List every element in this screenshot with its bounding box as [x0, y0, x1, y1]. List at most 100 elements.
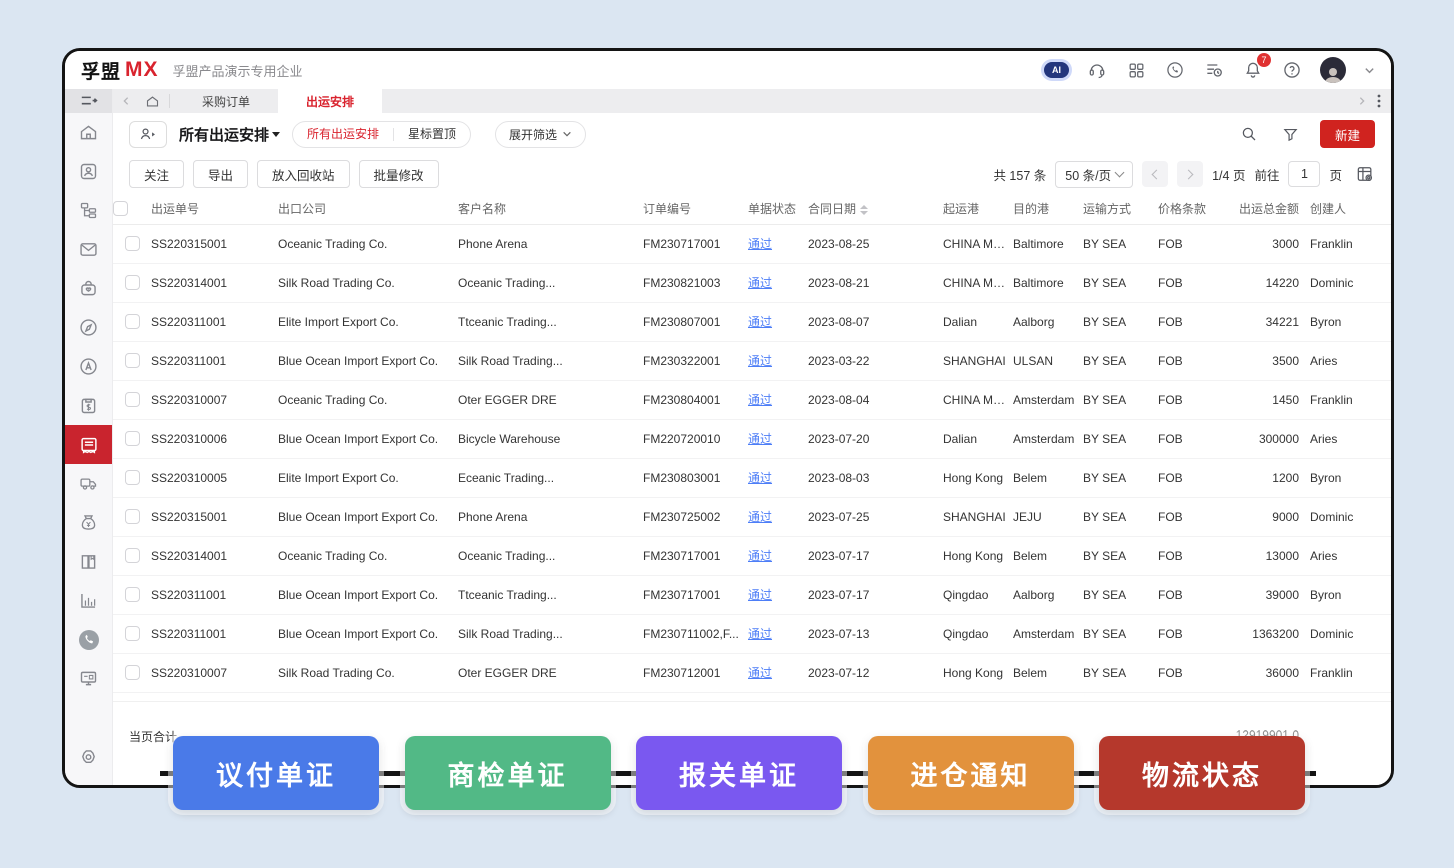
view-selector[interactable]: 所有出运安排: [179, 124, 280, 145]
header-contract-date[interactable]: 合同日期: [808, 193, 943, 224]
header-transport[interactable]: 运输方式: [1083, 193, 1158, 224]
user-avatar[interactable]: [1320, 57, 1346, 83]
follow-button[interactable]: 关注: [129, 160, 184, 188]
column-settings-icon[interactable]: [1355, 164, 1375, 184]
sidebar-item-quotation[interactable]: [65, 386, 112, 425]
row-checkbox[interactable]: [125, 314, 140, 329]
tab-shipping-arrangement[interactable]: 出运安排: [278, 89, 382, 113]
sidebar-item-contacts[interactable]: [65, 152, 112, 191]
header-price-term[interactable]: 价格条款: [1158, 193, 1233, 224]
table-row[interactable]: SS220315001 Oceanic Trading Co. Phone Ar…: [113, 224, 1391, 263]
sort-icon[interactable]: [860, 205, 868, 215]
table-row[interactable]: SS220310005 Elite Import Export Co. Ecea…: [113, 458, 1391, 497]
status-link[interactable]: 通过: [748, 315, 772, 329]
tab-purchase-orders[interactable]: 采购订单: [174, 89, 278, 113]
chevron-down-icon[interactable]: [1363, 59, 1375, 81]
row-checkbox[interactable]: [125, 236, 140, 251]
status-link[interactable]: 通过: [748, 276, 772, 290]
sidebar-item-organization[interactable]: [65, 191, 112, 230]
tab-home-icon[interactable]: [139, 94, 165, 109]
row-checkbox[interactable]: [125, 353, 140, 368]
goto-page-input[interactable]: [1288, 161, 1320, 187]
header-port-from[interactable]: 起运港: [943, 193, 1013, 224]
tab-forward-icon[interactable]: [1357, 96, 1367, 106]
customs-docs-button[interactable]: 报关单证: [636, 736, 842, 810]
ai-assistant-badge[interactable]: AI: [1044, 62, 1069, 78]
sidebar-item-display[interactable]: [65, 659, 112, 698]
sidebar-item-reports[interactable]: [65, 581, 112, 620]
filter-all-shipments[interactable]: 所有出运安排: [293, 122, 393, 147]
view-owner-filter[interactable]: [129, 121, 167, 148]
row-checkbox[interactable]: [125, 275, 140, 290]
new-button[interactable]: 新建: [1320, 120, 1375, 148]
header-customer[interactable]: 客户名称: [458, 193, 643, 224]
warehouse-notice-button[interactable]: 进仓通知: [868, 736, 1074, 810]
negotiation-docs-button[interactable]: 议付单证: [173, 736, 379, 810]
batch-edit-button[interactable]: 批量修改: [359, 160, 439, 188]
status-link[interactable]: 通过: [748, 471, 772, 485]
sidebar-item-logistics[interactable]: [65, 464, 112, 503]
row-checkbox[interactable]: [125, 470, 140, 485]
table-row[interactable]: SS220310007 Oceanic Trading Co. Oter EGG…: [113, 380, 1391, 419]
export-button[interactable]: 导出: [193, 160, 248, 188]
recycle-bin-button[interactable]: 放入回收站: [257, 160, 350, 188]
headset-icon[interactable]: [1086, 59, 1108, 81]
sidebar-item-ledger[interactable]: [65, 542, 112, 581]
funnel-filter-icon[interactable]: [1278, 121, 1304, 147]
table-row[interactable]: SS220311001 Blue Ocean Import Export Co.…: [113, 614, 1391, 653]
tab-back-icon[interactable]: [113, 96, 139, 106]
status-link[interactable]: 通过: [748, 510, 772, 524]
page-size-select[interactable]: 50 条/页: [1055, 161, 1133, 188]
header-total-amount[interactable]: 出运总金额: [1233, 193, 1303, 224]
header-port-to[interactable]: 目的港: [1013, 193, 1083, 224]
table-row[interactable]: SS220315001 Blue Ocean Import Export Co.…: [113, 497, 1391, 536]
sidebar-item-products[interactable]: [65, 269, 112, 308]
sidebar-item-shipping[interactable]: [65, 425, 112, 464]
task-list-icon[interactable]: [1203, 59, 1225, 81]
select-all-checkbox[interactable]: [113, 201, 128, 216]
whatsapp-icon[interactable]: [1164, 59, 1186, 81]
table-row[interactable]: SS220314001 Oceanic Trading Co. Oceanic …: [113, 536, 1391, 575]
help-icon[interactable]: [1281, 59, 1303, 81]
status-link[interactable]: 通过: [748, 588, 772, 602]
tab-more-icon[interactable]: [1377, 94, 1381, 108]
sidebar-item-assistant[interactable]: [65, 347, 112, 386]
table-row[interactable]: SS220310007 Silk Road Trading Co. Oter E…: [113, 653, 1391, 692]
sidebar-item-finance[interactable]: [65, 503, 112, 542]
sidebar-item-discover[interactable]: [65, 308, 112, 347]
status-link[interactable]: 通过: [748, 393, 772, 407]
status-link[interactable]: 通过: [748, 666, 772, 680]
prev-page-button[interactable]: [1142, 161, 1168, 187]
sidebar-item-home[interactable]: [65, 113, 112, 152]
sidebar-item-settings[interactable]: [65, 738, 112, 777]
header-exporter[interactable]: 出口公司: [278, 193, 458, 224]
apps-grid-icon[interactable]: [1125, 59, 1147, 81]
header-order-no[interactable]: 订单编号: [643, 193, 748, 224]
filter-starred-top[interactable]: 星标置顶: [394, 122, 470, 147]
header-status[interactable]: 单据状态: [748, 193, 808, 224]
expand-filters-button[interactable]: 展开筛选: [495, 121, 586, 148]
inspection-docs-button[interactable]: 商检单证: [405, 736, 611, 810]
row-checkbox[interactable]: [125, 431, 140, 446]
status-link[interactable]: 通过: [748, 549, 772, 563]
search-icon[interactable]: [1236, 121, 1262, 147]
notification-bell-icon[interactable]: 7: [1242, 59, 1264, 81]
row-checkbox[interactable]: [125, 392, 140, 407]
status-link[interactable]: 通过: [748, 627, 772, 641]
row-checkbox[interactable]: [125, 626, 140, 641]
row-checkbox[interactable]: [125, 548, 140, 563]
row-checkbox[interactable]: [125, 587, 140, 602]
status-link[interactable]: 通过: [748, 237, 772, 251]
table-row[interactable]: SS220311001 Elite Import Export Co. Ttce…: [113, 302, 1391, 341]
status-link[interactable]: 通过: [748, 432, 772, 446]
logistics-status-button[interactable]: 物流状态: [1099, 736, 1305, 810]
table-row[interactable]: SS220311001 Blue Ocean Import Export Co.…: [113, 575, 1391, 614]
header-ship-no[interactable]: 出运单号: [151, 193, 278, 224]
header-creator[interactable]: 创建人: [1303, 193, 1391, 224]
table-row[interactable]: SS220310006 Blue Ocean Import Export Co.…: [113, 419, 1391, 458]
next-page-button[interactable]: [1177, 161, 1203, 187]
row-checkbox[interactable]: [125, 665, 140, 680]
table-row[interactable]: SS220311001 Blue Ocean Import Export Co.…: [113, 341, 1391, 380]
status-link[interactable]: 通过: [748, 354, 772, 368]
table-row[interactable]: SS220314001 Silk Road Trading Co. Oceani…: [113, 263, 1391, 302]
